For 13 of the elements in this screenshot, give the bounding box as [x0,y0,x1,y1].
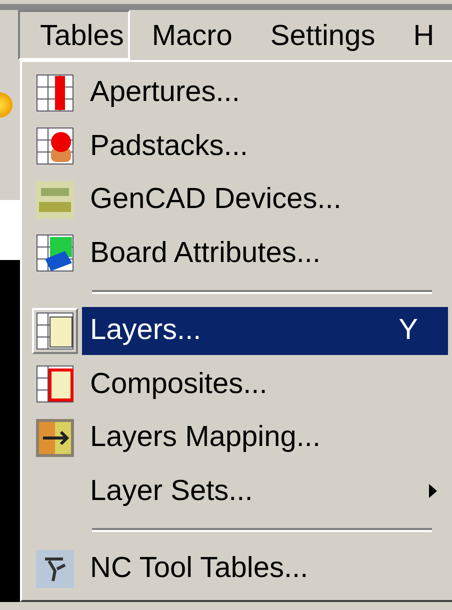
menu-bar-item[interactable]: Macro [132,10,248,60]
menu-item[interactable]: Layer Sets... [82,467,448,516]
menu-item[interactable]: NC Tool Tables... [82,544,448,593]
menu-item[interactable]: Board Attributes... [82,229,448,278]
menu-bar-item[interactable]: H [393,10,450,60]
menu-item[interactable]: Layers... Y [82,306,448,355]
menu-item[interactable]: Composites... [82,360,448,408]
menu-bar-item[interactable]: Tables [18,10,130,60]
menu-item[interactable]: GenCAD Devices... [82,176,448,224]
menu-item[interactable]: Padstacks... [82,122,448,170]
menu-bar-item[interactable]: Settings [250,10,392,60]
menu-item[interactable]: Layers Mapping... [82,414,448,462]
menu-item[interactable]: Apertures... [82,68,448,117]
